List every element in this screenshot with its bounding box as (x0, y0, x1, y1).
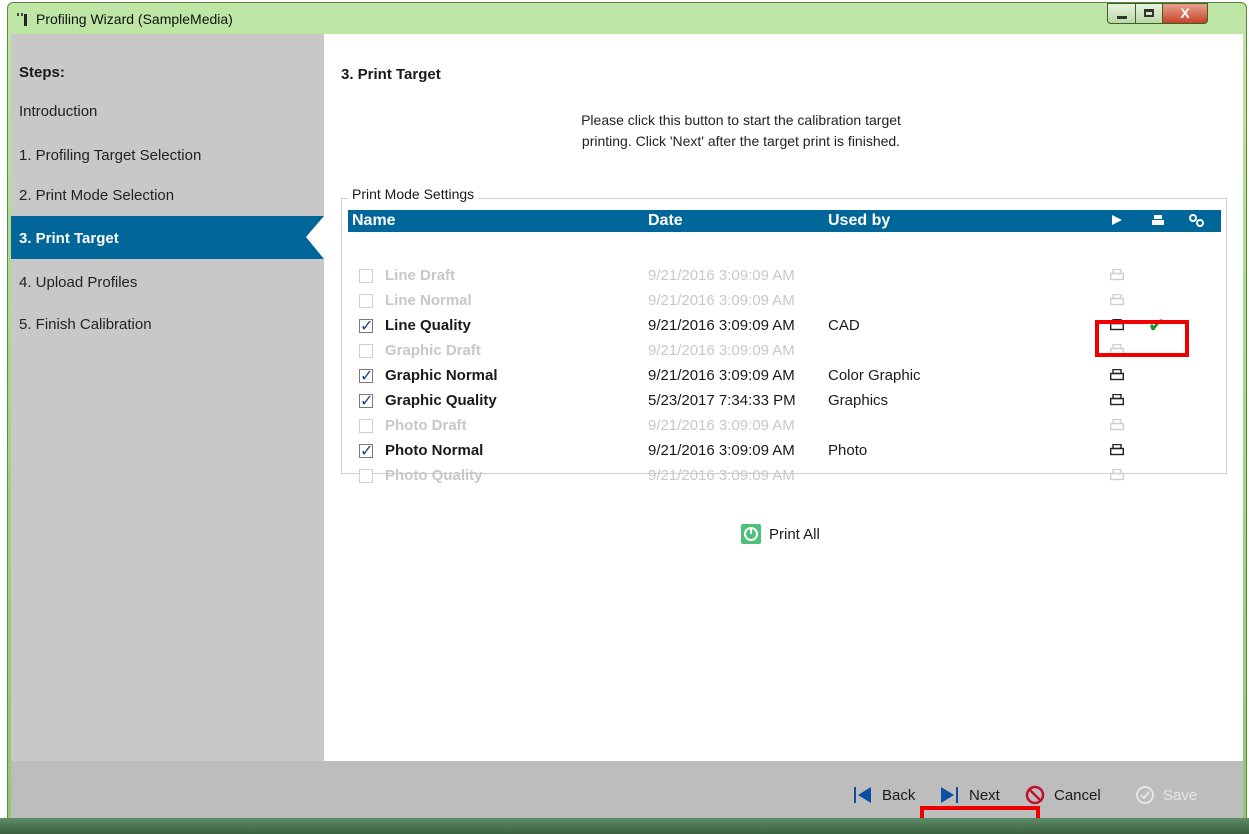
step-upload-profiles[interactable]: 4. Upload Profiles (19, 274, 137, 291)
row-name: Photo Quality (385, 467, 483, 484)
row-date: 9/21/2016 3:09:09 AM (648, 342, 795, 359)
close-button[interactable]: X (1162, 3, 1208, 24)
row-checkbox[interactable] (359, 391, 373, 411)
row-date: 5/23/2017 7:34:33 PM (648, 392, 796, 409)
back-button[interactable]: Back (853, 785, 915, 807)
row-checkbox[interactable] (359, 294, 373, 308)
table-row[interactable]: Graphic Normal 9/21/2016 3:09:09 AM Color … (348, 364, 1221, 389)
row-date: 9/21/2016 3:09:09 AM (648, 367, 795, 384)
row-checkbox[interactable] (359, 469, 373, 483)
print-row-icon[interactable] (1110, 444, 1124, 456)
play-icon[interactable] (1111, 213, 1123, 227)
step-finish-calibration[interactable]: 5. Finish Calibration (19, 316, 152, 333)
title-bar[interactable]: Profiling Wizard (SampleMedia) X (8, 3, 1246, 33)
table-row[interactable]: Graphic Quality 5/23/2017 7:34:33 PM Graph… (348, 389, 1221, 414)
row-date: 9/21/2016 3:09:09 AM (648, 292, 795, 309)
print-row-icon (1110, 469, 1124, 481)
wizard-window: Profiling Wizard (SampleMedia) X Steps: … (7, 2, 1247, 832)
print-row-icon (1110, 294, 1124, 306)
table-row[interactable]: Line Draft 9/21/2016 3:09:09 AM (348, 264, 1221, 289)
maximize-button[interactable] (1135, 3, 1163, 24)
cancel-label: Cancel (1054, 787, 1101, 804)
instruction-text: Please click this button to start the ca… (491, 110, 991, 152)
row-name: Graphic Quality (385, 392, 497, 409)
column-header-date[interactable]: Date (648, 212, 683, 230)
taskbar-strip (0, 818, 1249, 834)
step-print-target[interactable]: 3. Print Target (11, 216, 324, 259)
row-date: 9/21/2016 3:09:09 AM (648, 467, 795, 484)
next-button[interactable]: Next (939, 785, 1000, 807)
grid-header: Name Date Used by (348, 210, 1221, 232)
cancel-button[interactable]: Cancel (1025, 785, 1101, 807)
row-used-by: Color Graphic (828, 367, 921, 384)
minimize-button[interactable] (1107, 3, 1136, 24)
row-used-by: CAD (828, 317, 860, 334)
printer-icon[interactable] (1151, 213, 1165, 227)
highlight-box (1095, 320, 1189, 357)
save-button[interactable]: Save (1135, 785, 1197, 807)
print-row-icon[interactable] (1110, 369, 1124, 381)
app-icon (17, 13, 27, 26)
steps-sidebar: Steps: Introduction 1. Profiling Target … (11, 34, 324, 761)
row-checkbox[interactable] (359, 316, 373, 336)
row-date: 9/21/2016 3:09:09 AM (648, 417, 795, 434)
print-all-label: Print All (769, 526, 820, 543)
row-name: Line Quality (385, 317, 471, 334)
step-print-target-label: 3. Print Target (19, 230, 119, 247)
step-introduction[interactable]: Introduction (19, 103, 97, 120)
table-row[interactable]: Graphic Draft 9/21/2016 3:09:09 AM (348, 339, 1221, 364)
window-title: Profiling Wizard (SampleMedia) (36, 11, 233, 27)
row-name: Graphic Draft (385, 342, 481, 359)
print-row-icon (1110, 269, 1124, 281)
row-checkbox[interactable] (359, 344, 373, 358)
active-step-notch (306, 216, 324, 259)
row-name: Line Normal (385, 292, 472, 309)
row-name: Photo Normal (385, 442, 484, 459)
wizard-client: Steps: Introduction 1. Profiling Target … (11, 34, 1243, 827)
row-checkbox[interactable] (359, 441, 373, 461)
settings-icon[interactable] (1188, 213, 1206, 229)
print-all-icon (741, 524, 761, 544)
row-name: Line Draft (385, 267, 456, 284)
row-checkbox[interactable] (359, 269, 373, 283)
row-name: Graphic Normal (385, 367, 498, 384)
next-arrow-icon (941, 787, 958, 803)
instruction-line-2: printing. Click 'Next' after the target … (581, 133, 901, 149)
row-checkbox[interactable] (359, 366, 373, 386)
group-label: Print Mode Settings (348, 186, 479, 202)
steps-heading: Steps: (19, 64, 65, 81)
table-row[interactable]: Photo Draft 9/21/2016 3:09:09 AM (348, 414, 1221, 439)
row-checkbox[interactable] (359, 419, 373, 433)
print-row-icon (1110, 419, 1124, 431)
row-used-by: Photo (828, 442, 868, 459)
column-header-name[interactable]: Name (352, 212, 396, 230)
save-label: Save (1163, 787, 1198, 804)
step-print-mode-selection[interactable]: 2. Print Mode Selection (19, 187, 174, 204)
row-name: Photo Draft (385, 417, 467, 434)
table-row[interactable]: Photo Normal 9/21/2016 3:09:09 AM Photo (348, 439, 1221, 464)
back-arrow-icon (854, 787, 871, 803)
row-date: 9/21/2016 3:09:09 AM (648, 317, 795, 334)
save-check-icon (1136, 786, 1154, 804)
column-header-used-by[interactable]: Used by (828, 212, 890, 230)
row-date: 9/21/2016 3:09:09 AM (648, 267, 795, 284)
cancel-icon (1025, 785, 1045, 805)
row-date: 9/21/2016 3:09:09 AM (648, 442, 795, 459)
table-row[interactable]: Line Normal 9/21/2016 3:09:09 AM (348, 289, 1221, 314)
next-label: Next (969, 787, 1000, 804)
page-title: 3. Print Target (341, 66, 441, 83)
row-used-by: Graphics (828, 392, 889, 409)
back-label: Back (882, 787, 916, 804)
step-profiling-target-selection[interactable]: 1. Profiling Target Selection (19, 147, 201, 164)
print-row-icon[interactable] (1110, 394, 1124, 406)
instruction-line-1: Please click this button to start the ca… (581, 112, 901, 128)
table-row[interactable]: Line Quality9/21/2016 3:09:09 AMCAD✔ (348, 314, 1221, 339)
table-row[interactable]: Photo Quality 9/21/2016 3:09:09 AM (348, 464, 1221, 489)
